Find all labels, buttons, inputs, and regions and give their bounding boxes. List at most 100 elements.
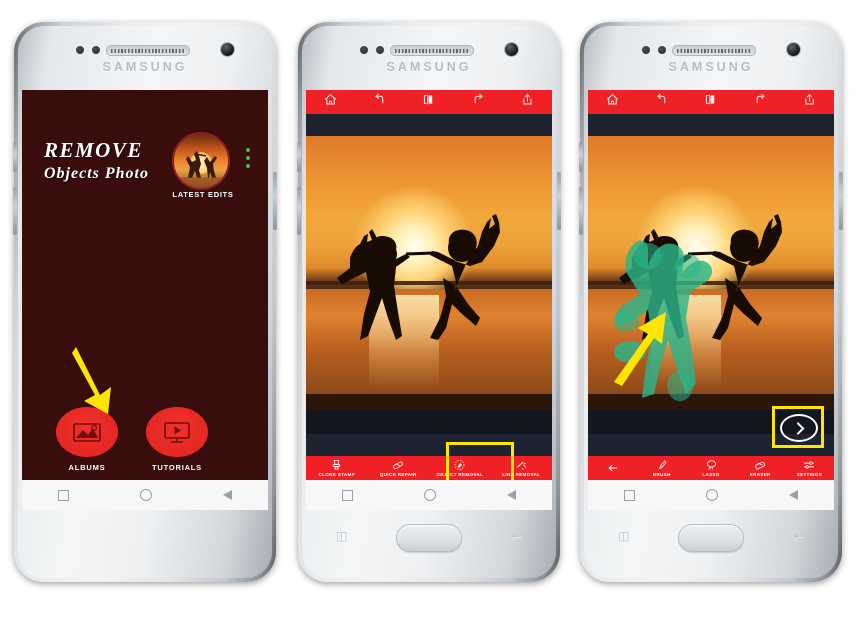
tool-settings[interactable]: SETTINGS	[785, 459, 834, 477]
brush-icon	[658, 460, 667, 470]
undo-icon[interactable]	[373, 93, 386, 111]
editor-top-band	[306, 114, 552, 136]
share-icon[interactable]	[803, 93, 816, 111]
stamp-icon	[332, 460, 341, 470]
power-button[interactable]	[557, 172, 561, 230]
tool-quick-repair[interactable]: QUICK REPAIR	[368, 459, 430, 477]
volume-up-button[interactable]	[297, 142, 301, 172]
light-sensor-icon	[376, 46, 384, 54]
editor-top-band	[588, 114, 834, 136]
bandage-icon	[393, 461, 404, 470]
bottom-bezel: ◫ ↩	[306, 510, 552, 574]
back-key-icon[interactable]	[223, 490, 233, 500]
eraser-icon	[755, 461, 766, 470]
screenshot-stage: SAMSUNG REMOVE Objects Photo LATEST EDIT…	[0, 0, 859, 621]
top-bezel: SAMSUNG	[306, 30, 552, 88]
line-removal-icon	[517, 461, 527, 471]
annotation-highlight-next-button	[772, 406, 824, 448]
three-dot-menu-icon[interactable]	[246, 148, 250, 168]
tool-label: LASSO	[702, 472, 720, 477]
volume-down-button[interactable]	[13, 187, 17, 235]
back-key-icon[interactable]	[507, 490, 517, 500]
back-arrow-icon	[608, 464, 617, 471]
editor-tool-toolbar: CLONE STAMP QUICK REPAIR OBJECT REMOVAL …	[306, 456, 552, 480]
front-camera-icon	[221, 43, 234, 56]
bottom-bezel	[22, 510, 268, 574]
proximity-sensor-icon	[76, 46, 84, 54]
proximity-sensor-icon	[360, 46, 368, 54]
home-key-icon[interactable]	[423, 489, 436, 501]
annotation-arrow-mask	[614, 312, 666, 386]
editor-dark-strip	[306, 410, 552, 434]
tutorials-button[interactable]	[146, 407, 208, 457]
tool-eraser[interactable]: ERASER	[736, 459, 785, 477]
bottom-bezel: ◫ ↩	[588, 510, 834, 574]
editor-top-toolbar	[588, 90, 834, 114]
phone-1-screen: REMOVE Objects Photo LATEST EDITS ALBUMS…	[22, 90, 268, 510]
recents-key-icon[interactable]	[623, 489, 635, 501]
earpiece-speaker-icon	[390, 45, 474, 56]
thumbnail-silhouettes-icon	[174, 151, 228, 188]
tool-label: CLONE STAMP	[318, 472, 355, 477]
home-key-icon[interactable]	[139, 489, 152, 501]
latest-edits-label: LATEST EDITS	[172, 190, 234, 199]
android-navigation-bar	[306, 480, 552, 510]
recents-capacitive-icon[interactable]: ◫	[618, 530, 629, 542]
app-title-line2: Objects Photo	[44, 165, 149, 182]
phone-2-screen: CLONE STAMP QUICK REPAIR OBJECT REMOVAL …	[306, 90, 552, 510]
app-title-line1: REMOVE	[44, 138, 143, 162]
phone-3: SAMSUNG BRUSH LASSO ERASER SETTINGS ◫ ↩	[579, 22, 843, 582]
tool-brush[interactable]: BRUSH	[637, 459, 686, 477]
albums-label: ALBUMS	[68, 463, 106, 472]
light-sensor-icon	[92, 46, 100, 54]
brand-label: SAMSUNG	[668, 60, 754, 74]
back-key-icon[interactable]	[789, 490, 799, 500]
compare-split-icon[interactable]	[704, 93, 717, 111]
back-capacitive-icon[interactable]: ↩	[512, 530, 522, 542]
phone-3-screen: BRUSH LASSO ERASER SETTINGS	[588, 90, 834, 510]
physical-home-button[interactable]	[396, 524, 462, 552]
recents-capacitive-icon[interactable]: ◫	[336, 530, 347, 542]
editor-top-toolbar	[306, 90, 552, 114]
top-bezel: SAMSUNG	[22, 30, 268, 88]
recents-key-icon[interactable]	[341, 489, 353, 501]
video-monitor-icon	[164, 422, 190, 443]
back-capacitive-icon[interactable]: ↩	[794, 530, 804, 542]
share-icon[interactable]	[521, 93, 534, 111]
tool-clone-stamp[interactable]: CLONE STAMP	[306, 459, 368, 477]
earpiece-speaker-icon	[672, 45, 756, 56]
sunset-silhouettes	[337, 214, 500, 340]
volume-down-button[interactable]	[579, 187, 583, 235]
editor-photo[interactable]	[306, 136, 552, 410]
phone-2: SAMSUNG CLONE STAMP QUICK REPAIR OBJECT …	[297, 22, 561, 582]
home-icon[interactable]	[324, 93, 337, 111]
volume-up-button[interactable]	[13, 142, 17, 172]
compare-split-icon[interactable]	[422, 93, 435, 111]
home-screen: REMOVE Objects Photo LATEST EDITS ALBUMS…	[22, 90, 268, 510]
annotation-arrow-albums	[72, 347, 111, 414]
power-button[interactable]	[839, 172, 843, 230]
lasso-icon	[706, 460, 716, 470]
android-navigation-bar	[22, 480, 268, 510]
proximity-sensor-icon	[642, 46, 650, 54]
tool-label: BRUSH	[652, 472, 671, 477]
editor-screen: BRUSH LASSO ERASER SETTINGS	[588, 90, 834, 510]
power-button[interactable]	[273, 172, 277, 230]
tool-label: QUICK REPAIR	[379, 472, 417, 477]
redo-icon[interactable]	[754, 93, 767, 111]
volume-down-button[interactable]	[297, 187, 301, 235]
volume-up-button[interactable]	[579, 142, 583, 172]
home-icon[interactable]	[606, 93, 619, 111]
tool-back[interactable]	[588, 462, 637, 475]
earpiece-speaker-icon	[106, 45, 190, 56]
home-key-icon[interactable]	[705, 489, 718, 501]
latest-edits-thumbnail[interactable]	[172, 132, 230, 190]
front-camera-icon	[505, 43, 518, 56]
recents-key-icon[interactable]	[57, 489, 69, 501]
physical-home-button[interactable]	[678, 524, 744, 552]
tool-lasso[interactable]: LASSO	[686, 459, 735, 477]
redo-icon[interactable]	[472, 93, 485, 111]
phone-1: SAMSUNG REMOVE Objects Photo LATEST EDIT…	[13, 22, 277, 582]
undo-icon[interactable]	[655, 93, 668, 111]
tool-label: SETTINGS	[796, 472, 823, 477]
